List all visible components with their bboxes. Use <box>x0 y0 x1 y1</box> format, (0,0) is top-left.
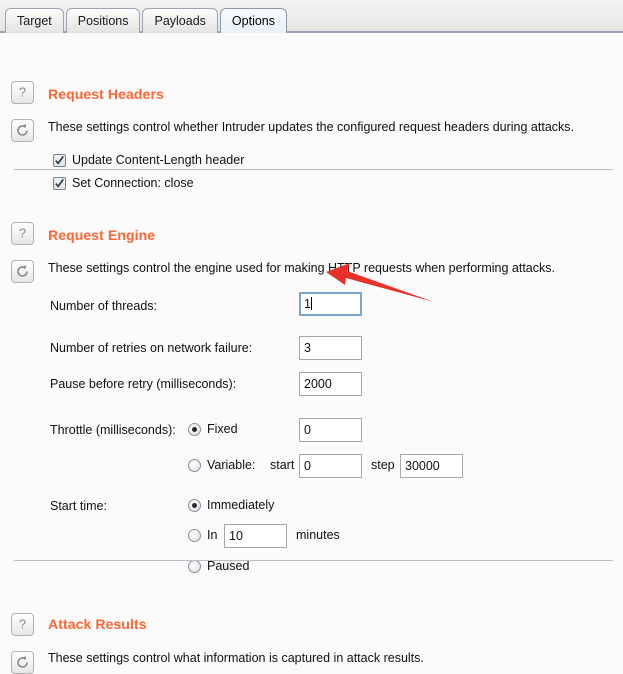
radio-label-start-in[interactable]: In <box>207 528 217 542</box>
question-mark-icon: ? <box>19 226 26 241</box>
section-divider-1 <box>14 169 613 170</box>
tab-payloads[interactable]: Payloads <box>142 8 218 33</box>
radio-label-start-immediately[interactable]: Immediately <box>207 498 274 512</box>
label-throttle-start: start <box>270 458 295 472</box>
input-value-start-in-minutes: 10 <box>229 529 243 543</box>
svg-text:?: ? <box>19 226 26 241</box>
help-icon-request-engine[interactable]: ? <box>11 222 34 245</box>
input-value-throttle-step: 30000 <box>405 459 440 473</box>
label-pause-before-retry: Pause before retry (milliseconds): <box>50 377 237 391</box>
input-number-of-threads[interactable]: 1 <box>299 292 362 316</box>
radio-start-immediately[interactable] <box>188 499 201 512</box>
radio-start-in-minutes[interactable] <box>188 529 201 542</box>
section-description-request-engine: These settings control the engine used f… <box>48 261 555 275</box>
refresh-circular-arrow-icon <box>17 264 28 277</box>
section-title-request-headers: Request Headers <box>48 86 164 102</box>
help-icon-request-headers[interactable]: ? <box>11 81 34 104</box>
label-number-of-retries: Number of retries on network failure: <box>50 341 253 355</box>
input-value-number-of-retries: 3 <box>304 341 311 355</box>
label-number-of-threads: Number of threads: <box>50 299 157 313</box>
tab-positions[interactable]: Positions <box>65 8 141 33</box>
radio-label-throttle-fixed[interactable]: Fixed <box>207 422 238 436</box>
options-panel: ? Request Headers These settings control… <box>0 33 623 674</box>
reset-icon-request-engine[interactable] <box>11 260 34 283</box>
checkmark-icon <box>55 178 64 188</box>
input-start-in-minutes[interactable]: 10 <box>224 524 287 548</box>
input-throttle-fixed[interactable]: 0 <box>299 418 362 442</box>
refresh-circular-arrow-icon <box>17 655 28 668</box>
text-caret <box>310 297 312 310</box>
label-throttle: Throttle (milliseconds): <box>50 423 176 437</box>
checkbox-label-update-content-length[interactable]: Update Content-Length header <box>72 153 244 167</box>
section-description-request-headers: These settings control whether Intruder … <box>48 120 575 134</box>
tab-options[interactable]: Options <box>219 8 288 33</box>
checkmark-icon <box>55 155 64 165</box>
input-value-throttle-fixed: 0 <box>304 423 311 437</box>
help-icon-attack-results[interactable]: ? <box>11 613 34 636</box>
input-pause-before-retry[interactable]: 2000 <box>299 372 362 396</box>
checkbox-set-connection-close[interactable] <box>53 177 66 190</box>
section-title-attack-results: Attack Results <box>48 616 147 632</box>
input-throttle-step[interactable]: 30000 <box>400 454 463 478</box>
input-number-of-retries[interactable]: 3 <box>299 336 362 360</box>
refresh-circular-arrow-icon <box>17 123 28 136</box>
reset-icon-attack-results[interactable] <box>11 651 34 674</box>
question-mark-icon: ? <box>19 617 26 632</box>
input-value-pause-before-retry: 2000 <box>304 377 332 391</box>
section-divider-2 <box>14 560 613 561</box>
radio-throttle-fixed[interactable] <box>188 423 201 436</box>
radio-label-throttle-variable[interactable]: Variable: <box>207 458 255 472</box>
reset-icon-request-headers[interactable] <box>11 119 34 142</box>
tab-bar: Target Positions Payloads Options <box>0 0 623 33</box>
section-title-request-engine: Request Engine <box>48 227 156 243</box>
input-value-throttle-start: 0 <box>304 459 311 473</box>
input-throttle-start[interactable]: 0 <box>299 454 362 478</box>
radio-start-paused[interactable] <box>188 560 201 573</box>
question-mark-icon: ? <box>19 85 26 100</box>
svg-text:?: ? <box>19 617 26 632</box>
label-start-time: Start time: <box>50 499 107 513</box>
section-description-attack-results: These settings control what information … <box>48 651 424 665</box>
svg-text:?: ? <box>19 85 26 100</box>
input-value-number-of-threads: 1 <box>304 297 311 311</box>
label-throttle-step: step <box>371 458 395 472</box>
checkbox-update-content-length[interactable] <box>53 154 66 167</box>
radio-label-start-paused[interactable]: Paused <box>207 559 249 573</box>
tab-target[interactable]: Target <box>5 8 64 33</box>
label-minutes-suffix: minutes <box>296 528 340 542</box>
checkbox-label-set-connection-close[interactable]: Set Connection: close <box>72 176 194 190</box>
radio-throttle-variable[interactable] <box>188 459 201 472</box>
